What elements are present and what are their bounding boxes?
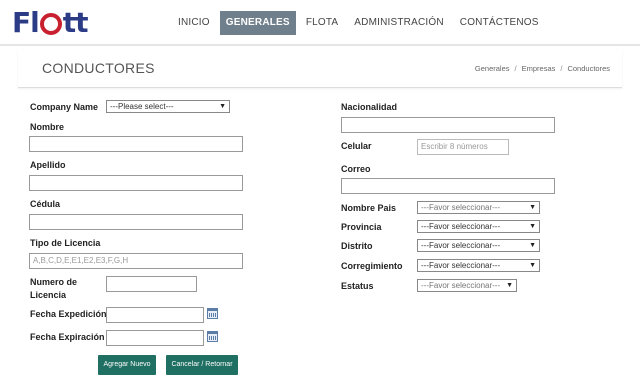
navbar: Fl tt INICIO GENERALES FLOTA ADMINISTRAC…: [0, 0, 640, 44]
nombre-label: Nombre: [30, 122, 65, 132]
main-nav: INICIO GENERALES FLOTA ADMINISTRACIÓN CO…: [172, 11, 549, 35]
numero-licencia-label-line2: Licencia: [30, 290, 67, 300]
calendar-icon[interactable]: [207, 308, 218, 319]
page-title: CONDUCTORES: [42, 60, 155, 76]
fecha-expiracion-input[interactable]: [106, 330, 204, 346]
chevron-down-icon: ▼: [529, 262, 536, 269]
celular-placeholder: Escribir 8 números: [421, 142, 488, 151]
fecha-expiracion-label: Fecha Expiración: [30, 332, 105, 342]
tipo-licencia-input[interactable]: A,B,C,D,E,E1,E2,E3,F,G,H: [29, 253, 243, 269]
chevron-down-icon: ▼: [529, 223, 536, 230]
apellido-label: Apellido: [30, 160, 66, 170]
logo-ring-icon: [39, 13, 62, 35]
breadcrumb-conductores: Conductores: [567, 64, 610, 73]
cancelar-retornar-button[interactable]: Cancelar / Retornar: [166, 355, 238, 375]
corregimiento-value: ---Favor seleccionar---: [421, 261, 501, 270]
logo-text-suffix: tt: [62, 5, 89, 39]
estatus-value: ---Favor seleccionar---: [421, 281, 501, 290]
calendar-icon[interactable]: [207, 331, 218, 342]
celular-input[interactable]: Escribir 8 números: [417, 139, 509, 155]
nombre-pais-value: ---Favor seleccionar---: [421, 203, 501, 212]
page-header: CONDUCTORES Generales / Empresas / Condu…: [18, 50, 622, 88]
nav-divider: [0, 44, 640, 46]
provincia-select[interactable]: ---Favor seleccionar--- ▼: [417, 220, 540, 233]
nav-item-contactenos[interactable]: CONTÁCTENOS: [454, 11, 545, 35]
correo-input[interactable]: [341, 178, 555, 194]
nacionalidad-input[interactable]: [341, 117, 555, 133]
cedula-label: Cédula: [30, 199, 61, 209]
agregar-nuevo-button[interactable]: Agregar Nuevo: [98, 355, 156, 375]
nacionalidad-label: Nacionalidad: [341, 102, 398, 112]
breadcrumb-separator: /: [560, 64, 563, 73]
nav-item-administracion[interactable]: ADMINISTRACIÓN: [348, 11, 449, 35]
company-name-label: Company Name: [30, 102, 99, 112]
company-name-value: ---Please select---: [110, 102, 174, 111]
numero-licencia-input[interactable]: [106, 276, 197, 292]
provincia-label: Provincia: [341, 222, 382, 232]
flott-logo[interactable]: Fl tt: [12, 5, 89, 39]
nombre-input[interactable]: [29, 136, 243, 152]
tipo-licencia-label: Tipo de Licencia: [30, 238, 101, 248]
tipo-licencia-placeholder: A,B,C,D,E,E1,E2,E3,F,G,H: [33, 256, 129, 265]
distrito-value: ---Favor seleccionar---: [421, 241, 501, 250]
nombre-pais-select[interactable]: ---Favor seleccionar--- ▼: [417, 201, 540, 214]
apellido-input[interactable]: [29, 175, 243, 191]
provincia-value: ---Favor seleccionar---: [421, 222, 501, 231]
nombre-pais-label: Nombre Pais: [341, 203, 397, 213]
nav-item-generales[interactable]: GENERALES: [219, 11, 296, 35]
cedula-input[interactable]: [29, 214, 243, 230]
numero-licencia-label-line1: Numero de: [30, 277, 78, 287]
celular-label: Celular: [341, 141, 372, 151]
fecha-expedicion-input[interactable]: [106, 307, 204, 323]
chevron-down-icon: ▼: [506, 282, 513, 289]
breadcrumb-generales[interactable]: Generales: [475, 64, 510, 73]
chevron-down-icon: ▼: [529, 204, 536, 211]
corregimiento-select[interactable]: ---Favor seleccionar--- ▼: [417, 259, 540, 272]
corregimiento-label: Corregimiento: [341, 261, 403, 271]
logo-text-prefix: Fl: [12, 5, 40, 39]
distrito-label: Distrito: [341, 241, 373, 251]
breadcrumb-empresas[interactable]: Empresas: [522, 64, 556, 73]
chevron-down-icon: ▼: [219, 103, 226, 110]
chevron-down-icon: ▼: [529, 242, 536, 249]
fecha-expedicion-label: Fecha Expedición: [30, 309, 107, 319]
nav-item-inicio[interactable]: INICIO: [172, 11, 216, 35]
breadcrumb-separator: /: [514, 64, 517, 73]
company-name-select[interactable]: ---Please select--- ▼: [106, 100, 230, 113]
breadcrumb: Generales / Empresas / Conductores: [475, 64, 610, 73]
estatus-select[interactable]: ---Favor seleccionar--- ▼: [417, 279, 517, 292]
correo-label: Correo: [341, 164, 371, 174]
distrito-select[interactable]: ---Favor seleccionar--- ▼: [417, 239, 540, 252]
nav-item-flota[interactable]: FLOTA: [300, 11, 344, 35]
estatus-label: Estatus: [341, 281, 374, 291]
